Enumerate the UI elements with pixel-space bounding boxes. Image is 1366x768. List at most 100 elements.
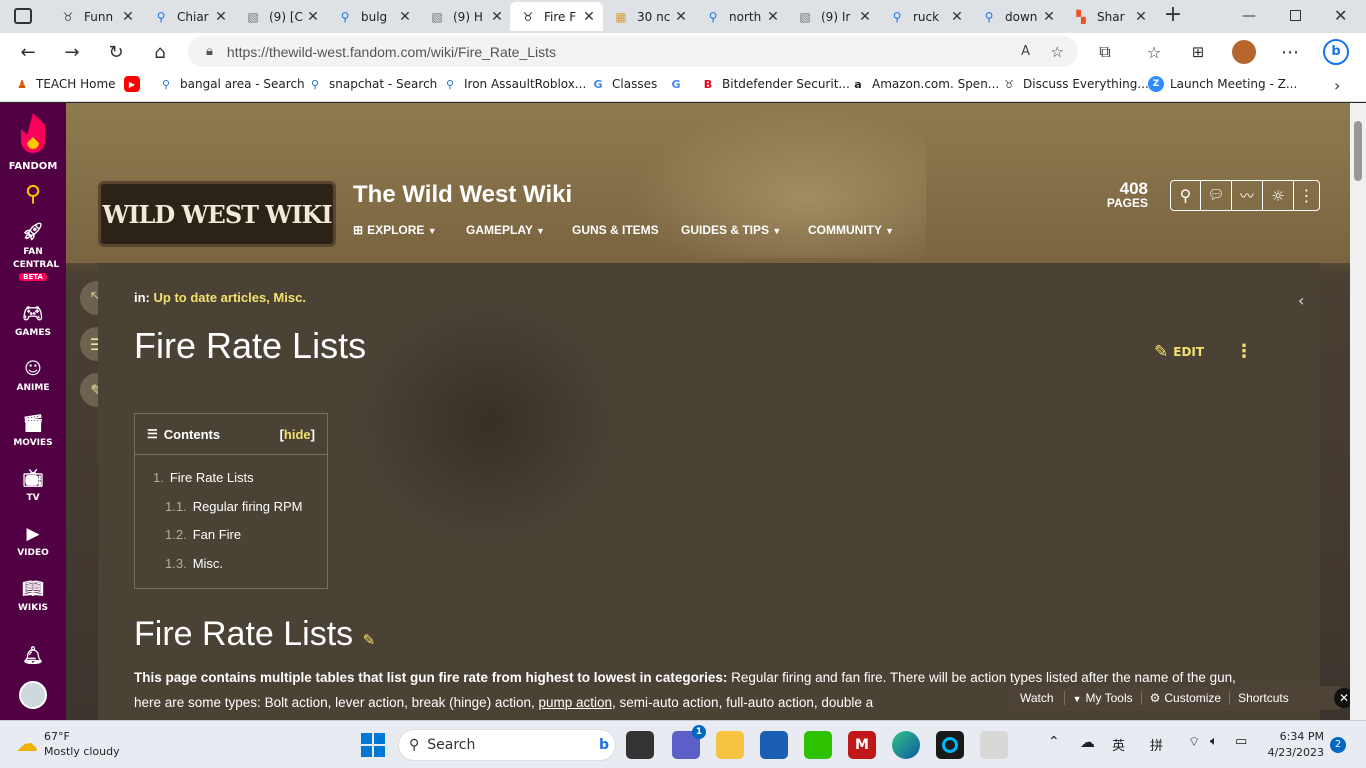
weather-widget[interactable]: ☁ 67°F Mostly cloudy xyxy=(16,729,120,759)
tab[interactable]: ⚲ ruck ✕ xyxy=(879,2,971,31)
toc-hide-link[interactable]: hide xyxy=(284,427,311,442)
rail-movies[interactable]: 🎬︎ MOVIES xyxy=(0,413,66,448)
rail-games[interactable]: 🎮︎ GAMES xyxy=(0,303,66,338)
forward-icon[interactable]: → xyxy=(58,38,86,66)
activity-icon[interactable]: 〰 xyxy=(1232,181,1263,210)
onedrive-icon[interactable]: ☁ xyxy=(1080,733,1095,751)
wifi-icon[interactable]: ⌔ xyxy=(1188,734,1200,750)
tab[interactable]: ▧ (9) H ✕ xyxy=(419,2,511,31)
home-icon[interactable]: ⌂ xyxy=(146,38,174,66)
extensions-icon[interactable]: ⧉ xyxy=(1091,38,1119,66)
close-tab-icon[interactable]: ✕ xyxy=(120,9,136,25)
mcafee-icon[interactable]: M xyxy=(848,731,876,759)
bookmark[interactable]: ⚲ bangal area - Search xyxy=(158,76,305,92)
restore-icon[interactable] xyxy=(1290,10,1301,21)
add-favorite-icon[interactable]: ☆ xyxy=(1051,43,1064,61)
close-tab-icon[interactable]: ✕ xyxy=(673,9,689,25)
more-icon[interactable]: ⋮ xyxy=(1294,181,1319,210)
bookmark[interactable]: ⚲ Iron AssaultRoblox... xyxy=(442,76,586,92)
read-aloud-icon[interactable]: A xyxy=(1021,44,1030,59)
roblox-icon[interactable] xyxy=(980,731,1008,759)
tab[interactable]: ♉ Funn ✕ xyxy=(50,2,142,31)
refresh-icon[interactable]: ↻ xyxy=(102,38,130,66)
wechat-icon[interactable] xyxy=(804,731,832,759)
my-tools-button[interactable]: ▼ My Tools xyxy=(1065,691,1142,705)
close-tab-icon[interactable]: ✕ xyxy=(489,9,505,25)
customize-button[interactable]: ⚙ Customize xyxy=(1142,691,1231,705)
rail-fan-central[interactable]: 🚀︎ FAN CENTRAL BETA xyxy=(0,221,66,282)
nav-community[interactable]: COMMUNITY ▼ xyxy=(808,223,894,237)
tab[interactable]: ⚲ down ✕ xyxy=(971,2,1063,31)
rail-tv[interactable]: 📺︎ TV xyxy=(0,468,66,503)
close-tab-icon[interactable]: ✕ xyxy=(397,9,413,25)
collapse-rail-icon[interactable]: ‹ xyxy=(1298,291,1304,310)
nav-explore[interactable]: ⊞ EXPLORE ▼ xyxy=(353,223,437,237)
toc-item[interactable]: 1.3. Misc. xyxy=(165,556,223,571)
toc-item[interactable]: 1.1. Regular firing RPM xyxy=(165,499,303,514)
close-tab-icon[interactable]: ✕ xyxy=(857,9,873,25)
theme-icon[interactable]: ☼ xyxy=(1263,181,1294,210)
bing-icon[interactable]: b xyxy=(1322,38,1350,66)
close-tab-icon[interactable]: ✕ xyxy=(581,9,597,25)
clock[interactable]: 6:34 PM 4/23/2023 xyxy=(1266,729,1324,761)
close-tab-icon[interactable]: ✕ xyxy=(1041,9,1057,25)
bookmark[interactable]: G xyxy=(668,76,690,92)
nav-guns-items[interactable]: GUNS & ITEMS xyxy=(572,223,659,237)
profile-avatar[interactable] xyxy=(1230,38,1258,66)
tab[interactable]: ⚲ bulg ✕ xyxy=(327,2,419,31)
page-actions-icon[interactable]: ⋮ xyxy=(1235,341,1253,362)
taskbar-search[interactable]: ⚲ Search b xyxy=(398,729,616,761)
new-tab-icon[interactable]: + xyxy=(1161,3,1185,27)
tab[interactable]: ▦ 30 nc ✕ xyxy=(603,2,695,31)
bookmark[interactable]: ♟ TEACH Home xyxy=(14,76,116,92)
close-tab-icon[interactable]: ✕ xyxy=(1133,9,1149,25)
tab[interactable]: ▚ Shar ✕ xyxy=(1063,2,1155,31)
close-toolbar-icon[interactable]: ✕ xyxy=(1334,688,1350,708)
tab-active[interactable]: ♉ Fire F ✕ xyxy=(510,2,603,31)
rail-video[interactable]: ▶ VIDEO xyxy=(0,523,66,558)
bookmark[interactable]: Z Launch Meeting - Z... xyxy=(1148,76,1297,92)
scroll-thumb[interactable] xyxy=(1354,121,1362,181)
close-tab-icon[interactable]: ✕ xyxy=(305,9,321,25)
bookmark[interactable]: B Bitdefender Securit... xyxy=(700,76,850,92)
category-links[interactable]: Up to date articles, Misc. xyxy=(154,290,306,305)
shortcuts-button[interactable]: Shortcuts xyxy=(1230,691,1297,705)
chevron-right-icon[interactable]: › xyxy=(1334,76,1340,95)
collections-icon[interactable]: ⊞ xyxy=(1184,38,1212,66)
nav-gameplay[interactable]: GAMEPLAY ▼ xyxy=(466,223,545,237)
store-icon[interactable] xyxy=(760,731,788,759)
tab[interactable]: ▧ (9) [C ✕ xyxy=(235,2,327,31)
language-indicator[interactable]: 英 xyxy=(1112,735,1125,754)
file-explorer-icon[interactable] xyxy=(716,731,744,759)
toc-item[interactable]: 1. Fire Rate Lists xyxy=(153,470,254,485)
chevron-up-icon[interactable]: ⌃ xyxy=(1048,734,1060,750)
fandom-logo[interactable]: FANDOM xyxy=(0,111,66,172)
close-window-icon[interactable]: ✕ xyxy=(1334,6,1347,25)
edge-icon[interactable] xyxy=(892,731,920,759)
pump-action-link[interactable]: pump action xyxy=(538,695,612,710)
nav-guides-tips[interactable]: GUIDES & TIPS ▼ xyxy=(681,223,781,237)
bookmark[interactable]: ▶ xyxy=(124,76,146,92)
teams-icon[interactable]: 1 xyxy=(672,725,706,759)
close-tab-icon[interactable]: ✕ xyxy=(949,9,965,25)
url-text[interactable]: https://thewild-west.fandom.com/wiki/Fir… xyxy=(227,44,556,60)
discussions-icon[interactable]: 💬︎ xyxy=(1201,181,1232,210)
bookmark[interactable]: ⚲ snapchat - Search xyxy=(307,76,437,92)
rail-avatar[interactable] xyxy=(0,681,66,709)
rail-notifications[interactable]: 🔔︎ xyxy=(0,645,66,670)
notification-badge[interactable]: 2 xyxy=(1330,737,1346,753)
volume-icon[interactable]: 🔈︎ xyxy=(1210,734,1218,749)
minimize-icon[interactable]: — xyxy=(1242,8,1258,24)
start-button[interactable] xyxy=(361,733,385,757)
ime-indicator[interactable]: 拼 xyxy=(1150,735,1163,754)
tab[interactable]: ⚲ Chiar ✕ xyxy=(143,2,235,31)
task-view-icon[interactable] xyxy=(626,731,654,759)
tab-actions-icon[interactable] xyxy=(14,8,32,24)
rail-wikis[interactable]: 📖︎ WIKIS xyxy=(0,578,66,613)
bookmark[interactable]: ♉ Discuss Everything... xyxy=(1001,76,1149,92)
rail-search[interactable]: ⚲ xyxy=(0,182,66,208)
watch-button[interactable]: Watch xyxy=(1010,691,1065,705)
cortana-icon[interactable] xyxy=(936,731,964,759)
wiki-logo[interactable]: WILD WEST WIKI xyxy=(98,181,336,247)
edit-button[interactable]: ✎ EDIT xyxy=(1154,342,1204,362)
